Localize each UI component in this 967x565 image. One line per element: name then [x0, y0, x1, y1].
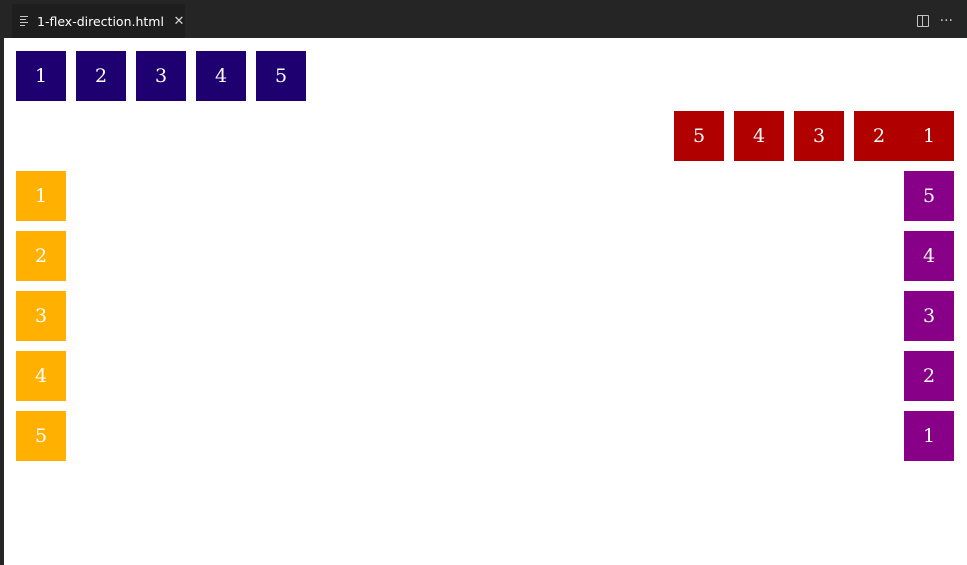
column-containers: 1 2 3 4 5 1 2 3 4 5 — [16, 171, 954, 471]
flex-item: 3 — [136, 51, 186, 101]
flex-column-reverse-container: 1 2 3 4 5 — [904, 171, 954, 471]
close-icon[interactable]: ✕ — [173, 14, 185, 29]
flex-row-container: 1 2 3 4 5 — [16, 51, 954, 101]
flex-item: 3 — [16, 291, 66, 341]
tab-preview[interactable]: 1-flex-direction.html ✕ — [12, 4, 185, 38]
flex-row-reverse-container: 1 2 3 4 5 — [16, 111, 954, 161]
flex-item: 5 — [256, 51, 306, 101]
tab-bar: 1-flex-direction.html ✕ ··· — [4, 4, 967, 38]
flex-item: 1 — [904, 411, 954, 461]
flex-item: 5 — [16, 411, 66, 461]
flex-item: 4 — [16, 351, 66, 401]
flex-item: 5 — [674, 111, 724, 161]
flex-item: 4 — [904, 231, 954, 281]
flex-item: 1 — [904, 111, 954, 161]
split-editor-icon[interactable] — [916, 15, 929, 27]
editor-window: 1-flex-direction.html ✕ ··· 1 2 3 4 5 1 … — [0, 0, 967, 565]
preview-page: 1 2 3 4 5 1 2 3 4 5 1 2 3 4 5 1 2 3 4 5 — [4, 38, 967, 565]
flex-column-container: 1 2 3 4 5 — [16, 171, 66, 471]
flex-item: 1 — [16, 171, 66, 221]
flex-item: 2 — [76, 51, 126, 101]
flex-item: 3 — [794, 111, 844, 161]
flex-item: 2 — [904, 351, 954, 401]
flex-item: 5 — [904, 171, 954, 221]
flex-item: 1 — [16, 51, 66, 101]
editor-actions: ··· — [916, 4, 953, 38]
more-actions-icon[interactable]: ··· — [940, 14, 953, 28]
flex-item: 3 — [904, 291, 954, 341]
flex-item: 4 — [196, 51, 246, 101]
flex-item: 4 — [734, 111, 784, 161]
preview-lines-icon — [20, 15, 32, 27]
flex-item: 2 — [854, 111, 904, 161]
tab-label: 1-flex-direction.html — [37, 13, 164, 29]
flex-item: 2 — [16, 231, 66, 281]
